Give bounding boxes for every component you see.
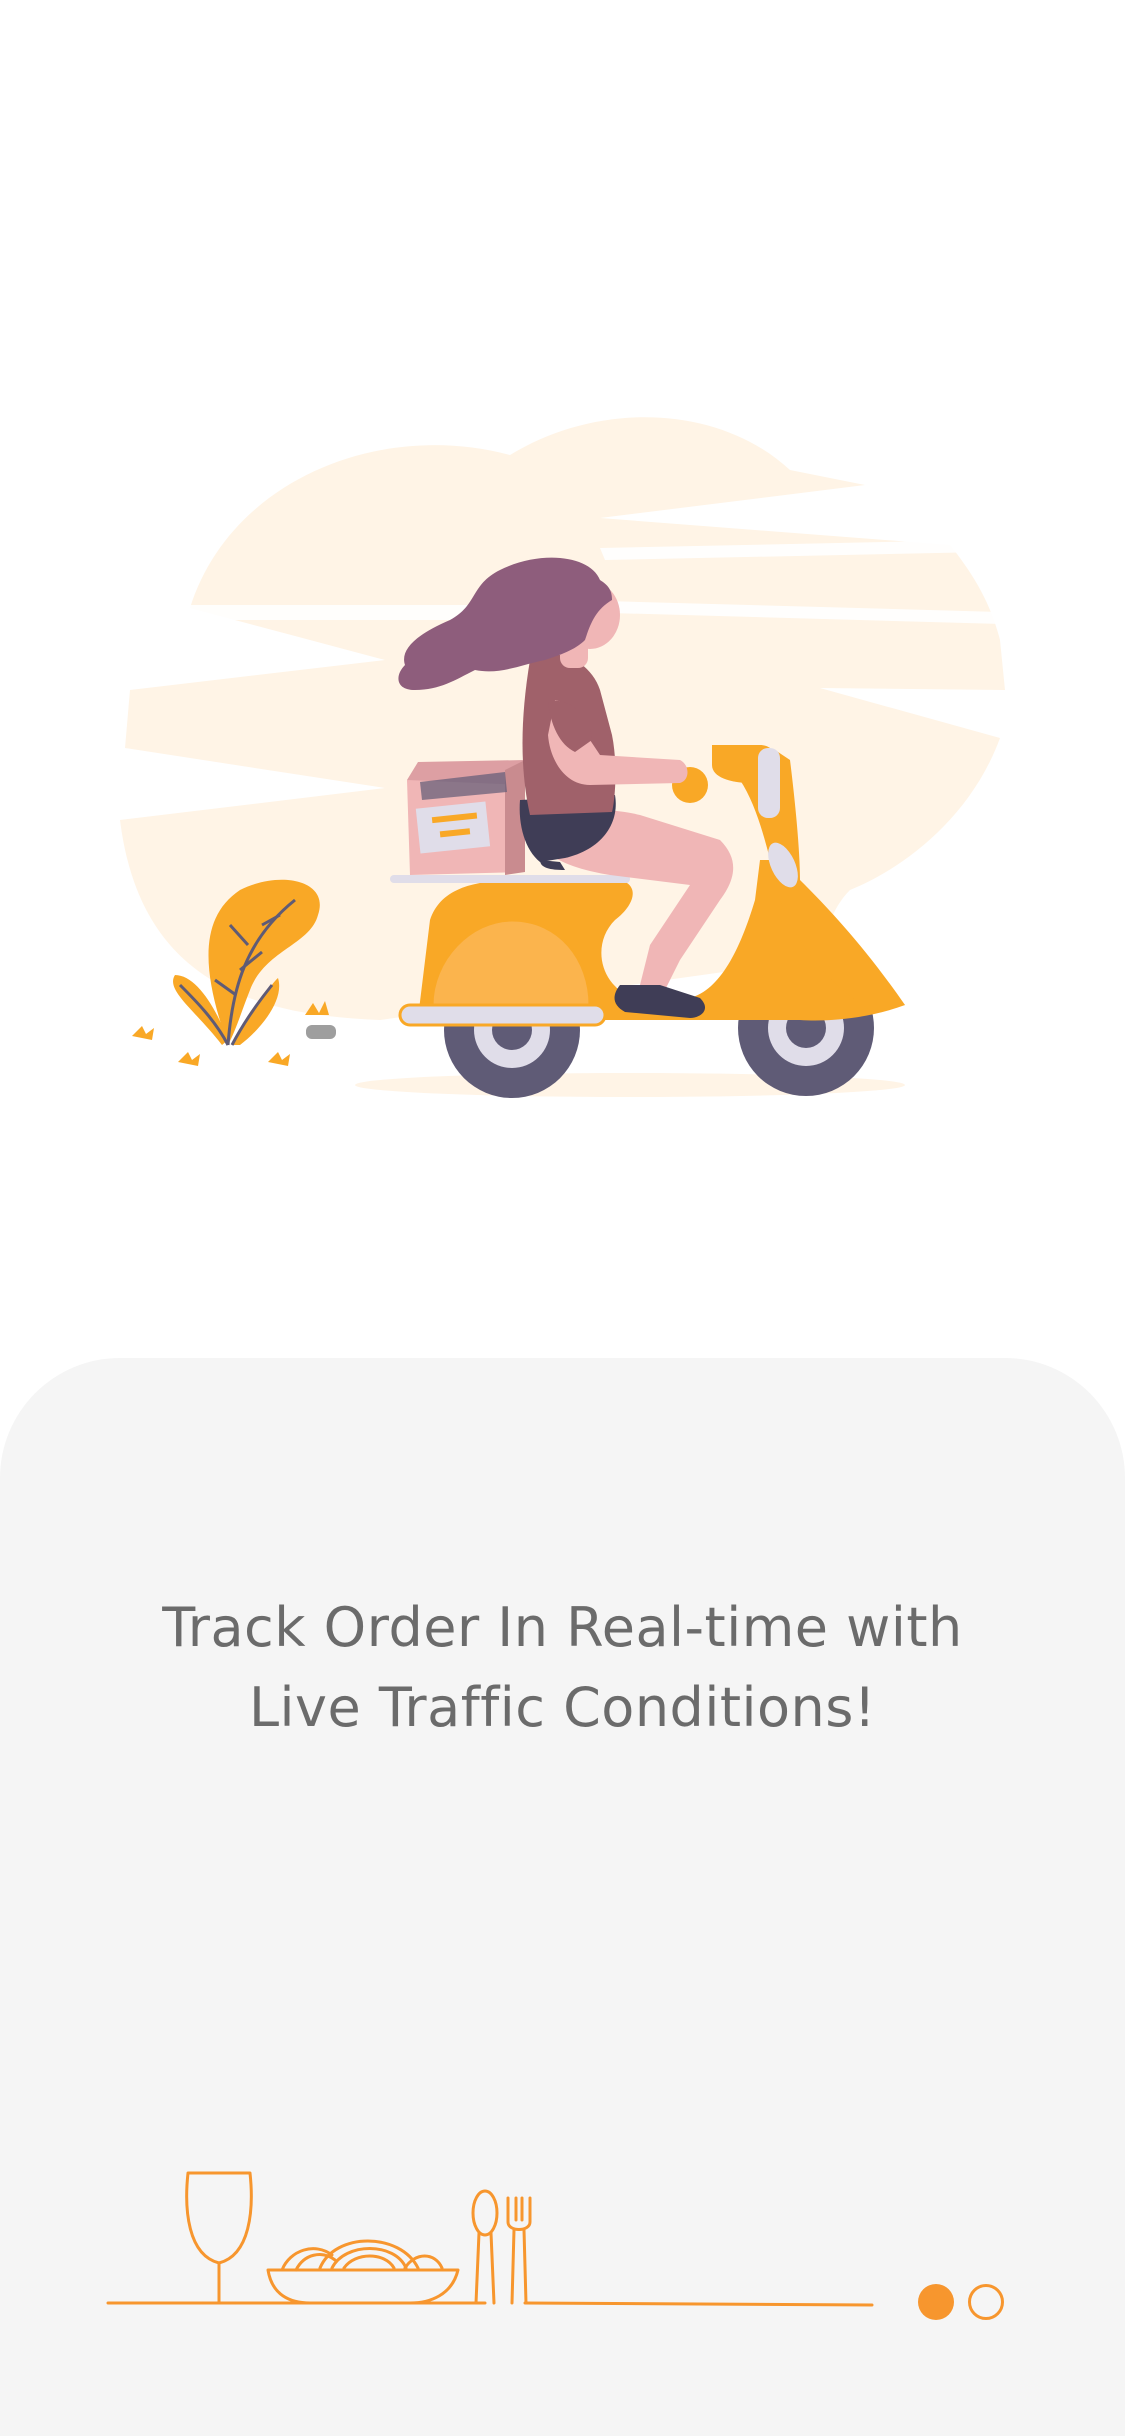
onboarding-headline: Track Order In Real-time with Live Traff… (80, 1588, 1045, 1748)
package-box-icon (407, 760, 525, 875)
hero-section (0, 0, 1125, 1360)
stone (306, 1025, 336, 1039)
onboarding-screen: Track Order In Real-time with Live Traff… (0, 0, 1125, 2436)
food-line-art-icon (106, 2171, 874, 2307)
headline-line-2: Live Traffic Conditions! (248, 1676, 877, 1739)
page-dot-2[interactable] (968, 2284, 1004, 2320)
delivery-scooter-illustration (120, 417, 1005, 1098)
page-indicator (918, 2284, 1004, 2320)
page-dot-1[interactable] (918, 2284, 954, 2320)
headline-line-1: Track Order In Real-time with (162, 1596, 963, 1659)
